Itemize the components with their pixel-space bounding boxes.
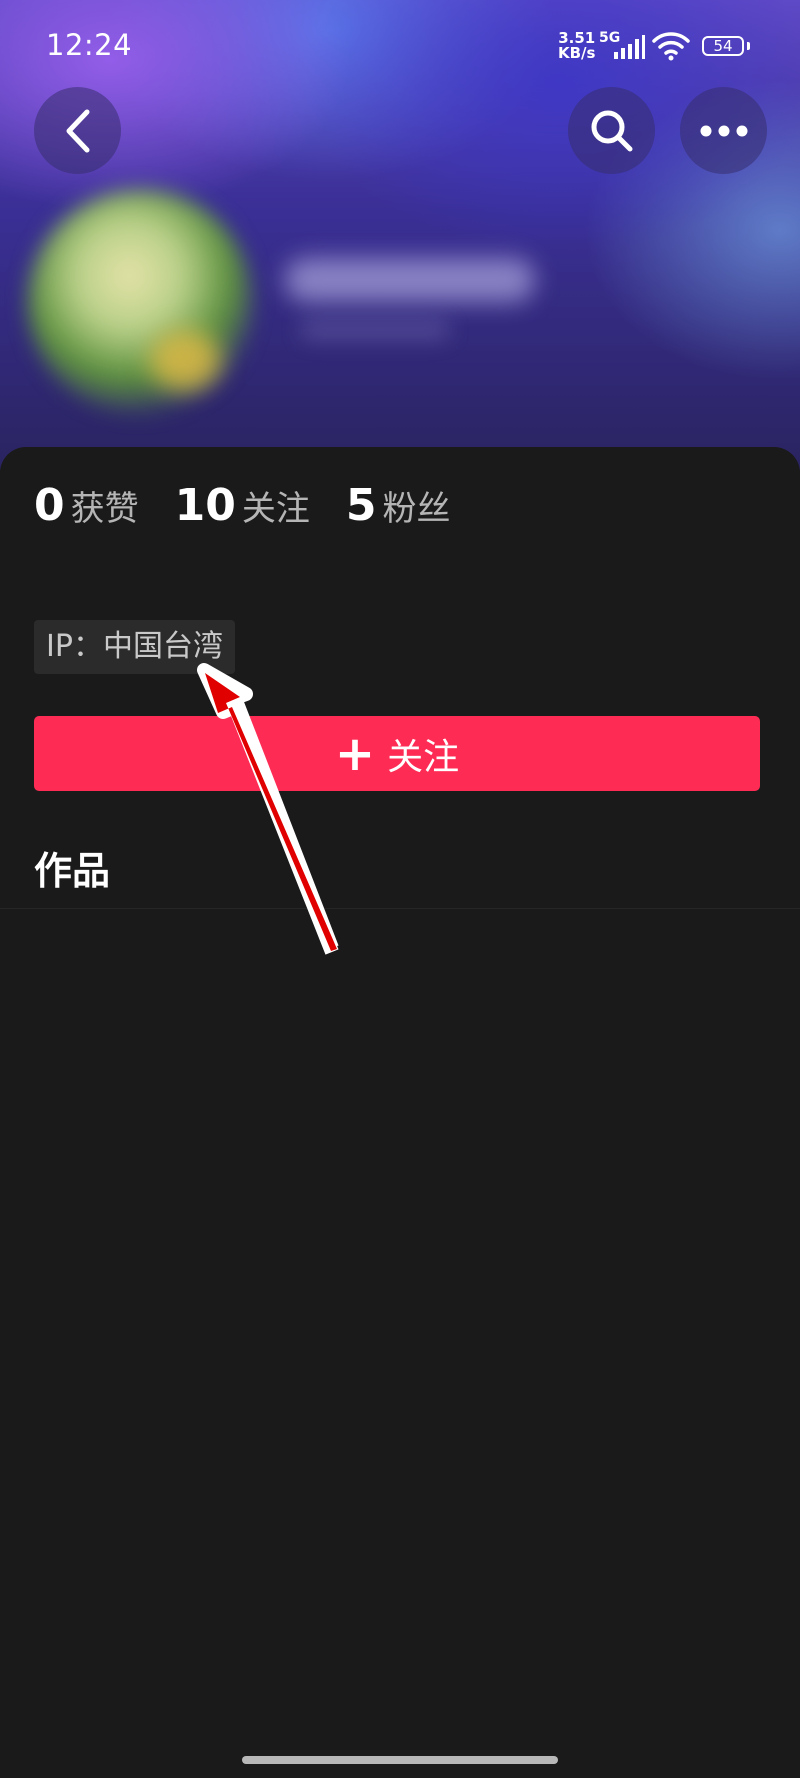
user-subtitle-blurred: [300, 320, 450, 340]
follow-button[interactable]: + 关注: [34, 716, 760, 791]
profile-stats: 0 获赞 10 关注 5 粉丝: [34, 480, 486, 531]
tab-divider: [0, 908, 800, 909]
follow-button-label: 关注: [387, 736, 460, 778]
stat-likes-value: 0: [34, 480, 65, 531]
back-button[interactable]: [34, 87, 121, 174]
status-bar: 12:24 3.51 KB/s 5G 54: [0, 0, 800, 92]
battery-tip: [747, 42, 750, 50]
ip-location-tag: IP：中国台湾: [34, 620, 235, 674]
home-indicator[interactable]: [242, 1756, 558, 1764]
wifi-icon: [652, 32, 690, 61]
stat-likes[interactable]: 0 获赞: [34, 480, 139, 531]
tab-works[interactable]: 作品: [34, 840, 110, 895]
stat-followers[interactable]: 5 粉丝: [346, 480, 451, 531]
stat-followers-value: 5: [345, 480, 377, 531]
status-time: 12:24: [46, 28, 133, 62]
avatar-badge: [150, 330, 220, 390]
stat-following-value: 10: [174, 480, 236, 531]
stat-following[interactable]: 10 关注: [175, 480, 310, 531]
signal-icon: [614, 35, 645, 59]
network-speed: 3.51 KB/s: [558, 31, 595, 61]
stat-likes-label: 获赞: [70, 489, 139, 529]
more-dots-icon: [700, 125, 747, 136]
battery-icon: 54: [702, 36, 744, 56]
back-arrow-icon: [66, 109, 89, 152]
username-blurred: [285, 258, 535, 302]
stat-followers-label: 粉丝: [382, 489, 451, 529]
plus-icon: +: [334, 725, 376, 782]
network-speed-unit: KB/s: [558, 44, 596, 62]
search-button[interactable]: [568, 87, 655, 174]
more-button[interactable]: [680, 87, 767, 174]
avatar[interactable]: [28, 190, 253, 415]
stat-following-label: 关注: [241, 489, 310, 529]
search-icon: [591, 110, 632, 151]
